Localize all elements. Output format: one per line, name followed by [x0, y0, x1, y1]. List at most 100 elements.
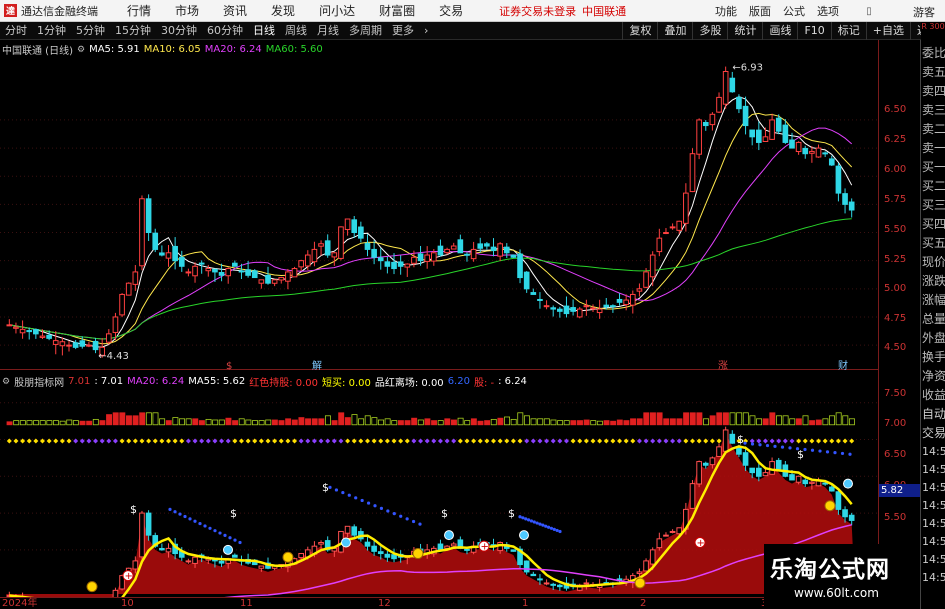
candle-body	[848, 201, 855, 211]
histogram-bar	[404, 420, 411, 426]
histogram-bar	[119, 412, 126, 426]
trend-dot	[203, 524, 207, 528]
gear-icon[interactable]: ⚙	[2, 377, 10, 387]
login-status[interactable]: 证券交易未登录	[499, 3, 576, 19]
legend-stock: 中国联通 (日线)	[2, 46, 73, 57]
candle-body	[105, 333, 112, 343]
histogram-bar	[842, 415, 849, 426]
histogram-bar	[238, 418, 245, 426]
f10-button[interactable]: F10	[797, 22, 830, 40]
trend-dot	[538, 522, 542, 526]
adjust-button[interactable]: 复权	[622, 22, 657, 40]
menu-discover[interactable]: 发现	[259, 2, 307, 19]
period-tab-1min[interactable]: 1分钟	[32, 22, 71, 40]
dollar-signal-icon: $	[322, 481, 329, 494]
period-tab-5min[interactable]: 5分钟	[71, 22, 110, 40]
trend-dot	[198, 521, 202, 526]
period-tab-daily[interactable]: 日线	[248, 22, 280, 40]
candlestick-chart[interactable]: ←6.93 ←4.43 $ 解 涨 财	[0, 40, 878, 372]
guest-user[interactable]: 游客	[913, 4, 935, 20]
statistics-button[interactable]: 统计	[727, 22, 762, 40]
side-top-label: R 300	[921, 22, 945, 40]
period-tab-minute[interactable]: 分时	[0, 22, 32, 40]
add-watchlist-button[interactable]: +自选	[865, 22, 910, 40]
histogram-bar	[577, 420, 583, 426]
candle-body	[265, 274, 271, 284]
candle-body	[311, 248, 318, 263]
multi-stock-button[interactable]: 多股	[692, 22, 727, 40]
plus-glyph: +	[697, 538, 705, 549]
bubble-icon	[341, 537, 351, 548]
histogram-bar	[179, 418, 185, 426]
chevron-right-icon[interactable]: ›	[419, 22, 433, 40]
histogram-bar	[285, 418, 292, 426]
signal-diamond	[491, 438, 497, 444]
trend-dot	[188, 517, 192, 521]
menu-wealth-circle[interactable]: 财富圈	[367, 2, 427, 19]
histogram-bar	[318, 418, 325, 426]
menu-functions[interactable]: 功能	[709, 3, 743, 19]
ind-val-1: : 7.01	[94, 376, 124, 387]
histogram-bar	[557, 420, 564, 426]
price-tick: 6.25	[884, 134, 907, 145]
menu-ask-assistant[interactable]: 问小达	[307, 2, 367, 19]
candle-body	[291, 268, 298, 278]
candle-body	[696, 119, 702, 155]
period-tab-monthly[interactable]: 月线	[312, 22, 344, 40]
signal-diamond	[46, 438, 52, 444]
histogram-bar	[457, 417, 464, 426]
signal-diamond	[219, 438, 225, 444]
indicator-pane[interactable]: $ $ $ $ $ $ $ + + + ⚙ 股朋指标网 7.01 : 7.01 MA20: 6.2…	[0, 372, 878, 609]
indicator-chart[interactable]: $ $ $ $ $ $ $ + + +	[0, 372, 878, 609]
draw-line-button[interactable]: 画线	[762, 22, 797, 40]
candle-body	[351, 219, 358, 234]
menu-news[interactable]: 资讯	[211, 2, 259, 19]
indicator-legend: ⚙ 股朋指标网 7.01 : 7.01 MA20: 6.24 MA55: 5.6…	[2, 374, 527, 389]
indicator-candle-body	[384, 553, 391, 558]
indicator-candle-body	[298, 553, 304, 559]
histogram-bar	[145, 412, 152, 426]
candle-body	[557, 308, 563, 312]
ind-val-short-buy: 短买: 0.00	[322, 378, 371, 389]
indicator-candle-body	[583, 582, 590, 585]
trend-dot	[386, 509, 390, 513]
indicator-name: 股朋指标网	[14, 378, 65, 389]
menu-options[interactable]: 选项	[811, 3, 845, 19]
quote-side-panel: 委比 卖五 卖四 卖三 卖二 卖一 买一 买二 买三 买四 买五 现价 涨跌 涨幅 总量 外盘 换手 净资 收益 自动…	[920, 40, 945, 609]
indicator-candle-body	[159, 548, 165, 551]
dollar-signal-icon: $	[130, 503, 137, 516]
menu-formula[interactable]: 公式	[777, 3, 811, 19]
signal-diamond	[404, 438, 410, 444]
main-chart-pane[interactable]: ←6.93 ←4.43 $ 解 涨 财 中国联通 (日线) ⚙ MA5: 5.91 MA1…	[0, 40, 878, 372]
dollar-signal-icon: $	[797, 448, 804, 461]
date-tick: 2	[640, 598, 647, 609]
pin-icon[interactable]: ▯	[863, 4, 875, 18]
indicator-candle-body	[530, 573, 537, 577]
histogram-bar	[683, 412, 690, 426]
quote-field-4: 卖二	[922, 122, 945, 136]
candle-body	[364, 242, 371, 250]
indicator-candle-body	[802, 479, 809, 485]
candle-body	[503, 246, 510, 254]
indicator-candle-body	[192, 556, 198, 564]
candle-body	[669, 226, 676, 229]
menu-market[interactable]: 市场	[163, 2, 211, 19]
indicator-candle-body	[636, 571, 643, 574]
menu-layout[interactable]: 版面	[743, 3, 777, 19]
candle-body	[119, 293, 125, 316]
indicator-candle-body	[835, 491, 842, 510]
period-tab-30min[interactable]: 30分钟	[156, 22, 202, 40]
menu-trade[interactable]: 交易	[427, 2, 475, 19]
indicator-candle-body	[663, 534, 669, 537]
mark-button[interactable]: 标记	[830, 22, 866, 40]
overlay-button[interactable]: 叠加	[657, 22, 692, 40]
histogram-bar	[550, 419, 557, 426]
period-tab-weekly[interactable]: 周线	[280, 22, 312, 40]
period-tab-more[interactable]: 更多	[387, 22, 419, 40]
menu-market-quotes[interactable]: 行情	[107, 2, 163, 19]
gear-icon[interactable]: ⚙	[77, 45, 85, 55]
period-tab-60min[interactable]: 60分钟	[202, 22, 248, 40]
period-tab-multi[interactable]: 多周期	[344, 22, 387, 40]
histogram-bar	[636, 418, 643, 426]
period-tab-15min[interactable]: 15分钟	[110, 22, 156, 40]
